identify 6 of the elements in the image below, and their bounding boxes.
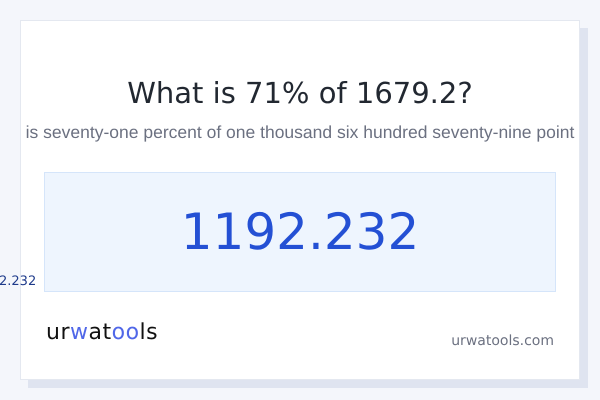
logo: urwatools [46,320,158,346]
result-value: 1192.232 [180,202,420,262]
result-value: 2.232 [0,273,36,291]
result-sentence: is seventy-one percent of one thousand six hundred seventy-nine point [26,121,574,144]
site-url: urwatools.com [451,332,554,350]
page-title: What is 71% of 1679.2? [127,75,473,112]
